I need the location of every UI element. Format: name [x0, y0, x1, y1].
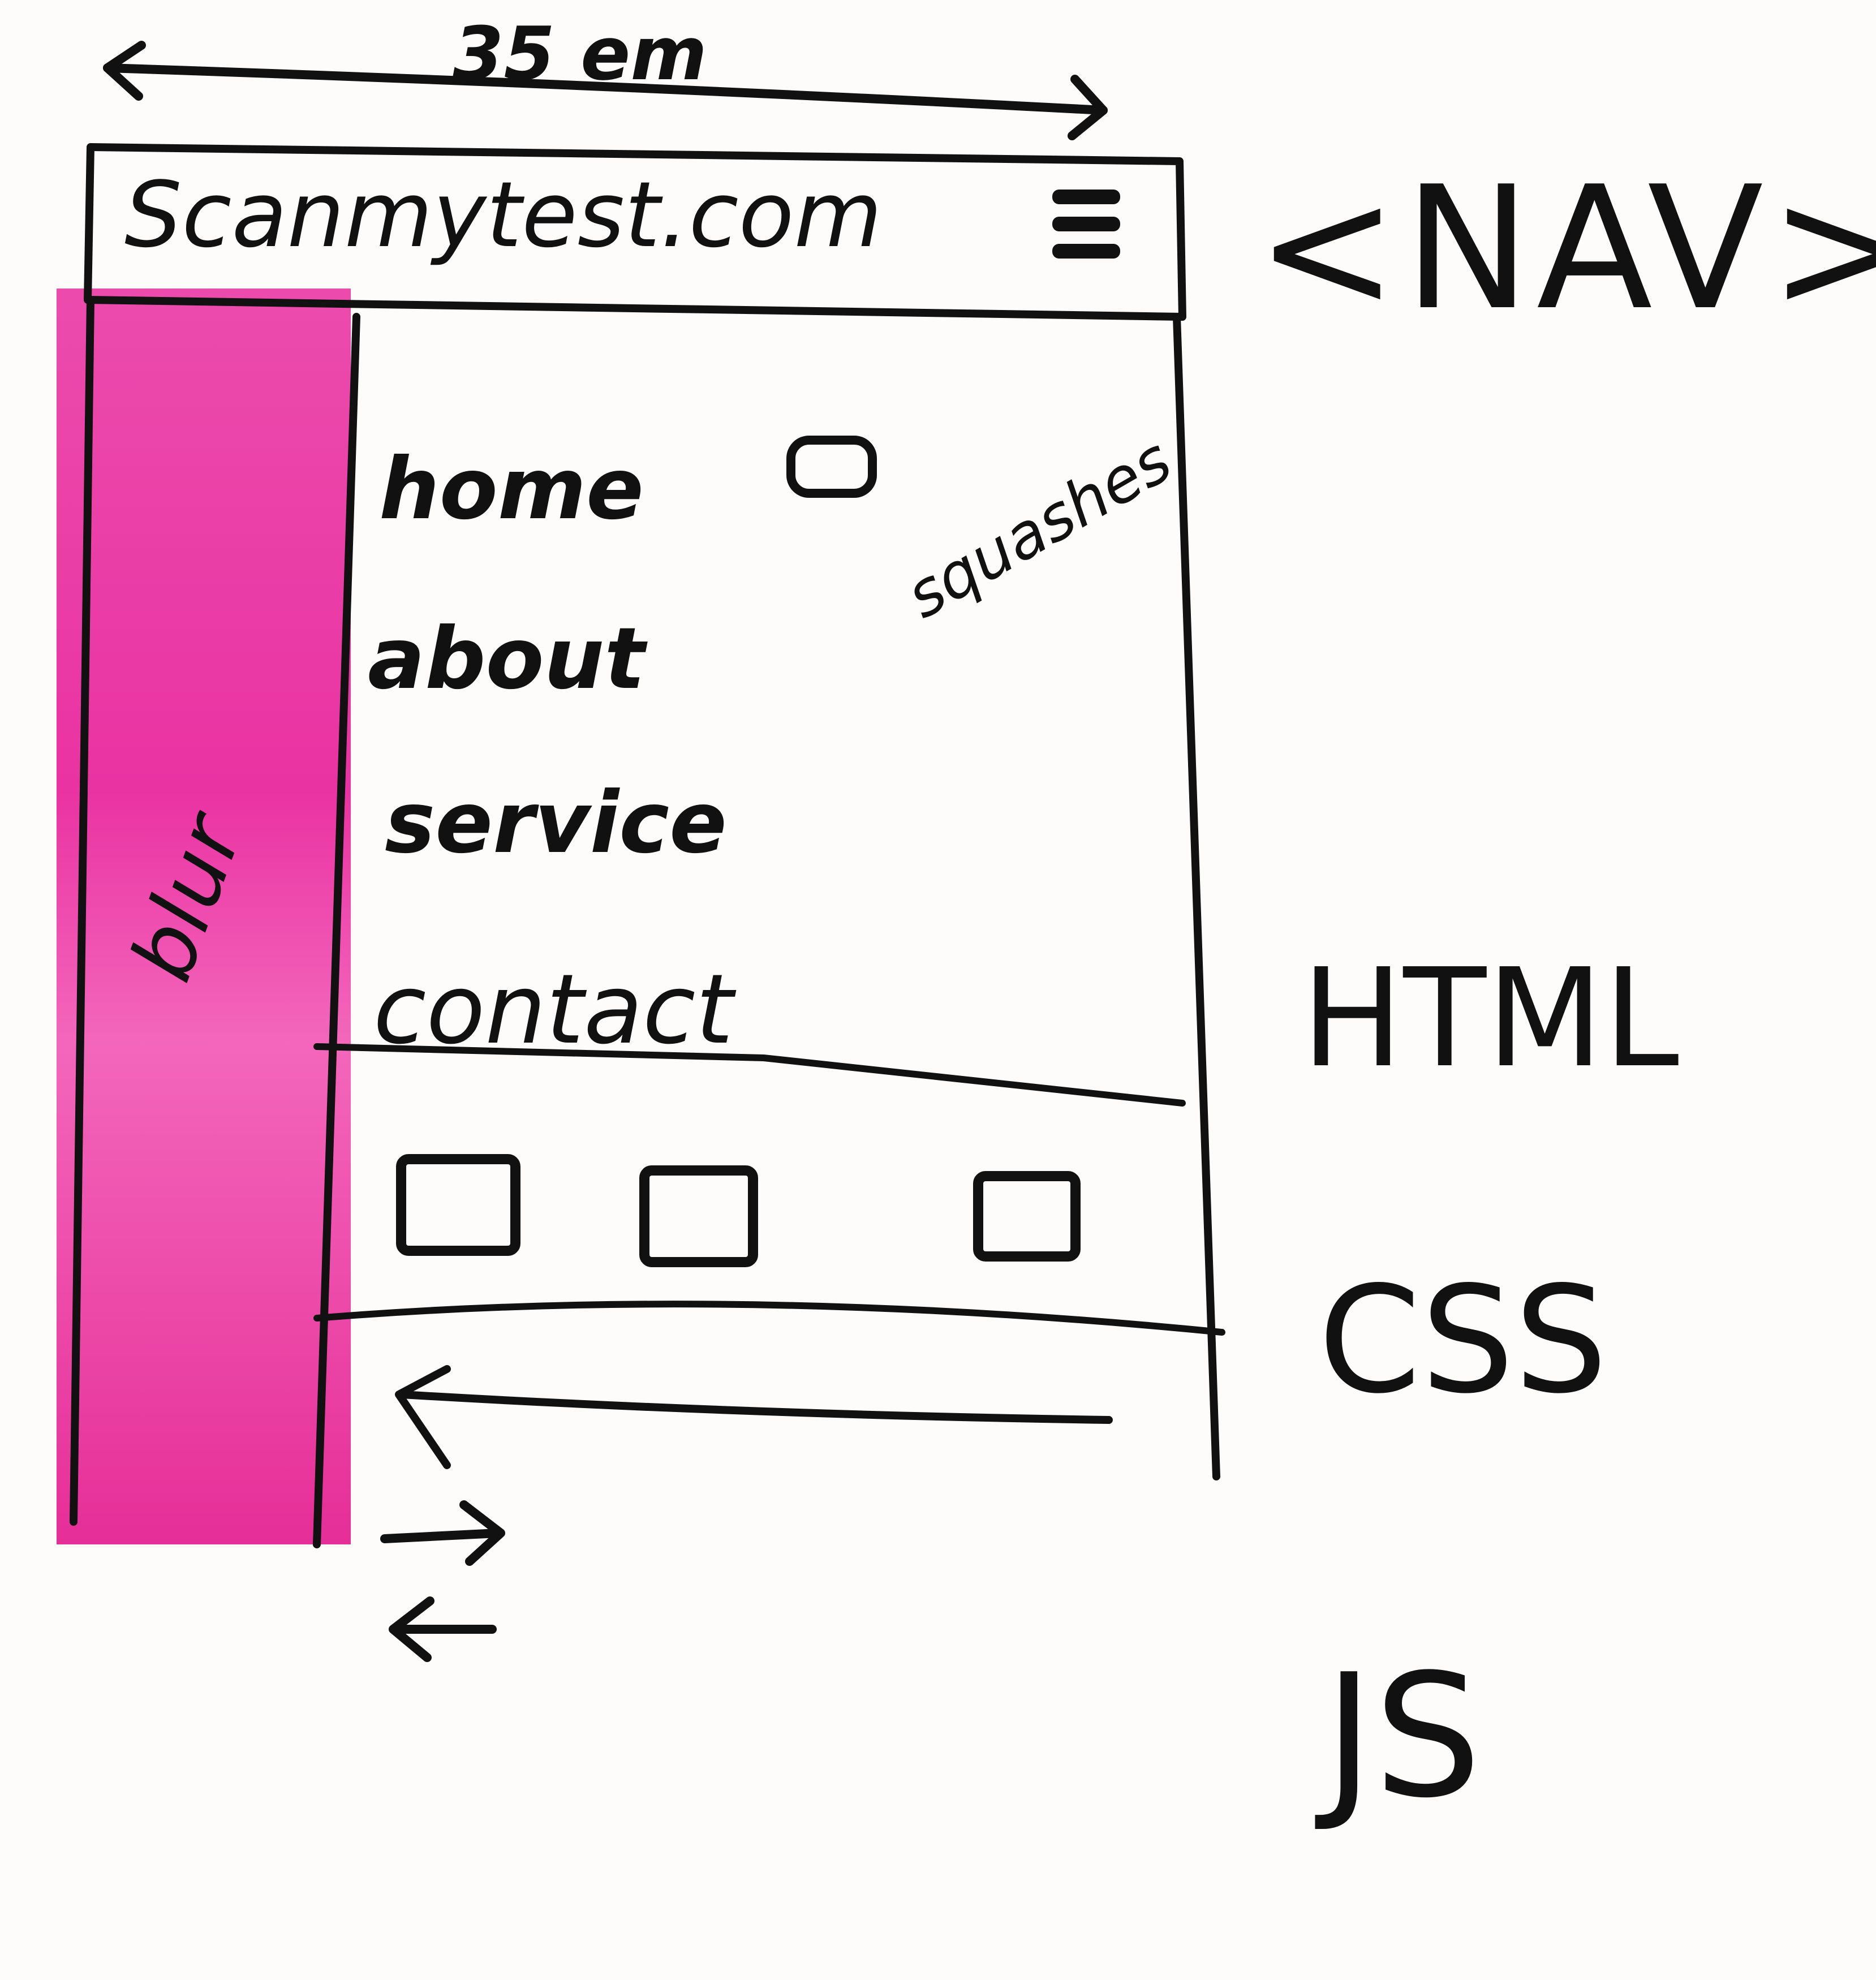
icon-row-divider [313, 1301, 1225, 1336]
toggle-switch-icon[interactable] [786, 436, 877, 498]
icon-box[interactable] [973, 1171, 1081, 1262]
stack-label-html: HTML [1301, 939, 1679, 1097]
nav-arrows [380, 1500, 505, 1662]
hamburger-icon[interactable] [1052, 190, 1120, 271]
width-label: 35 em [453, 11, 707, 97]
panel-edge [313, 313, 360, 1548]
stack-label-js: JS [1324, 1638, 1482, 1835]
stack-label-css: CSS [1318, 1255, 1608, 1426]
nav-tag-label: <NAV> [1256, 150, 1876, 347]
menu-item-about[interactable]: about [368, 617, 645, 701]
site-logo[interactable]: Scanmytest.com [124, 170, 882, 260]
arrow-left-icon[interactable] [389, 1596, 497, 1662]
icon-box[interactable] [639, 1165, 758, 1267]
menu-item-home[interactable]: home [379, 447, 644, 532]
slide-left-arrow [395, 1365, 1113, 1469]
menu-item-contact[interactable]: contact [373, 962, 733, 1058]
icon-box[interactable] [396, 1154, 520, 1256]
menu-item-service[interactable]: service [385, 781, 727, 866]
arrow-right-icon[interactable] [380, 1500, 505, 1566]
